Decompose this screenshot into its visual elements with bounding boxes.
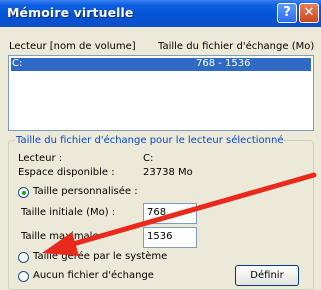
arrow-head — [42, 232, 79, 256]
arrow-shaft — [63, 172, 317, 249]
red-arrow-annotation — [42, 172, 317, 256]
